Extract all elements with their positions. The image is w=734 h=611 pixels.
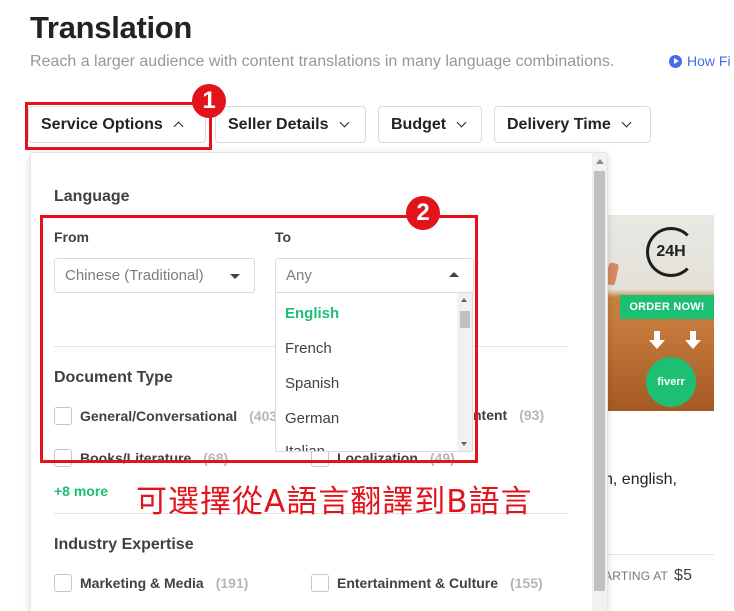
filter-label: Delivery Time xyxy=(507,115,611,133)
filter-budget[interactable]: Budget xyxy=(378,106,482,143)
chevron-down-icon xyxy=(456,117,467,128)
gig-description[interactable]: n, english, xyxy=(604,471,677,489)
language-heading: Language xyxy=(54,188,130,205)
option-count: (93) xyxy=(519,407,545,423)
chevron-down-icon xyxy=(621,117,632,128)
filter-label: Budget xyxy=(391,115,447,133)
checkbox[interactable] xyxy=(54,574,72,592)
industry-option[interactable]: Marketing & Media (191) xyxy=(54,574,248,592)
option-label: ntent xyxy=(473,407,508,423)
option-count: (191) xyxy=(215,575,249,591)
filter-label: Seller Details xyxy=(228,115,329,133)
gig-card[interactable]: 24H ORDER NOW! fiverr n, english, ARTING… xyxy=(604,215,734,611)
page-subtitle: Reach a larger audience with content tra… xyxy=(30,53,615,70)
annotation-badge-1: 1 xyxy=(192,84,226,118)
24-hour-icon: 24H xyxy=(646,227,696,277)
annotation-highlight-service-options xyxy=(25,102,212,150)
more-document-types-link[interactable]: +8 more xyxy=(54,483,108,499)
fiverr-logo: fiverr xyxy=(646,357,696,407)
arrow-down-icon xyxy=(685,331,701,349)
panel-scrollbar[interactable] xyxy=(592,153,607,611)
industry-option[interactable]: Entertainment & Culture (155) xyxy=(311,574,543,592)
play-icon xyxy=(669,54,682,68)
annotation-highlight-language xyxy=(40,215,478,463)
order-now-graphic: ORDER NOW! xyxy=(620,295,714,319)
gig-price: $5 xyxy=(674,567,693,584)
starting-at-label: ARTING AT xyxy=(604,569,669,583)
price-row: ARTING AT $5 xyxy=(604,567,692,585)
option-label: Marketing & Media xyxy=(80,575,204,591)
document-type-option[interactable]: ntent (93) xyxy=(473,407,544,423)
option-label: Entertainment & Culture xyxy=(337,575,499,591)
scroll-up-icon[interactable] xyxy=(596,159,604,164)
page-title: Translation xyxy=(30,10,193,45)
scrollbar-thumb[interactable] xyxy=(594,171,605,591)
divider xyxy=(604,554,714,555)
how-link-label: How Fi xyxy=(687,53,731,69)
gig-thumbnail[interactable]: 24H ORDER NOW! fiverr xyxy=(604,215,714,411)
checkbox[interactable] xyxy=(311,574,329,592)
filter-delivery-time[interactable]: Delivery Time xyxy=(494,106,651,143)
option-count: (155) xyxy=(510,575,543,591)
filter-seller-details[interactable]: Seller Details xyxy=(215,106,366,143)
annotation-caption: 可選擇從A語言翻譯到B語言 xyxy=(136,484,533,520)
how-it-works-link[interactable]: How Fi xyxy=(669,53,731,69)
arrow-down-icon xyxy=(649,331,665,349)
chevron-down-icon xyxy=(339,117,349,128)
industry-expertise-heading: Industry Expertise xyxy=(54,536,194,553)
annotation-badge-2: 2 xyxy=(406,196,440,230)
